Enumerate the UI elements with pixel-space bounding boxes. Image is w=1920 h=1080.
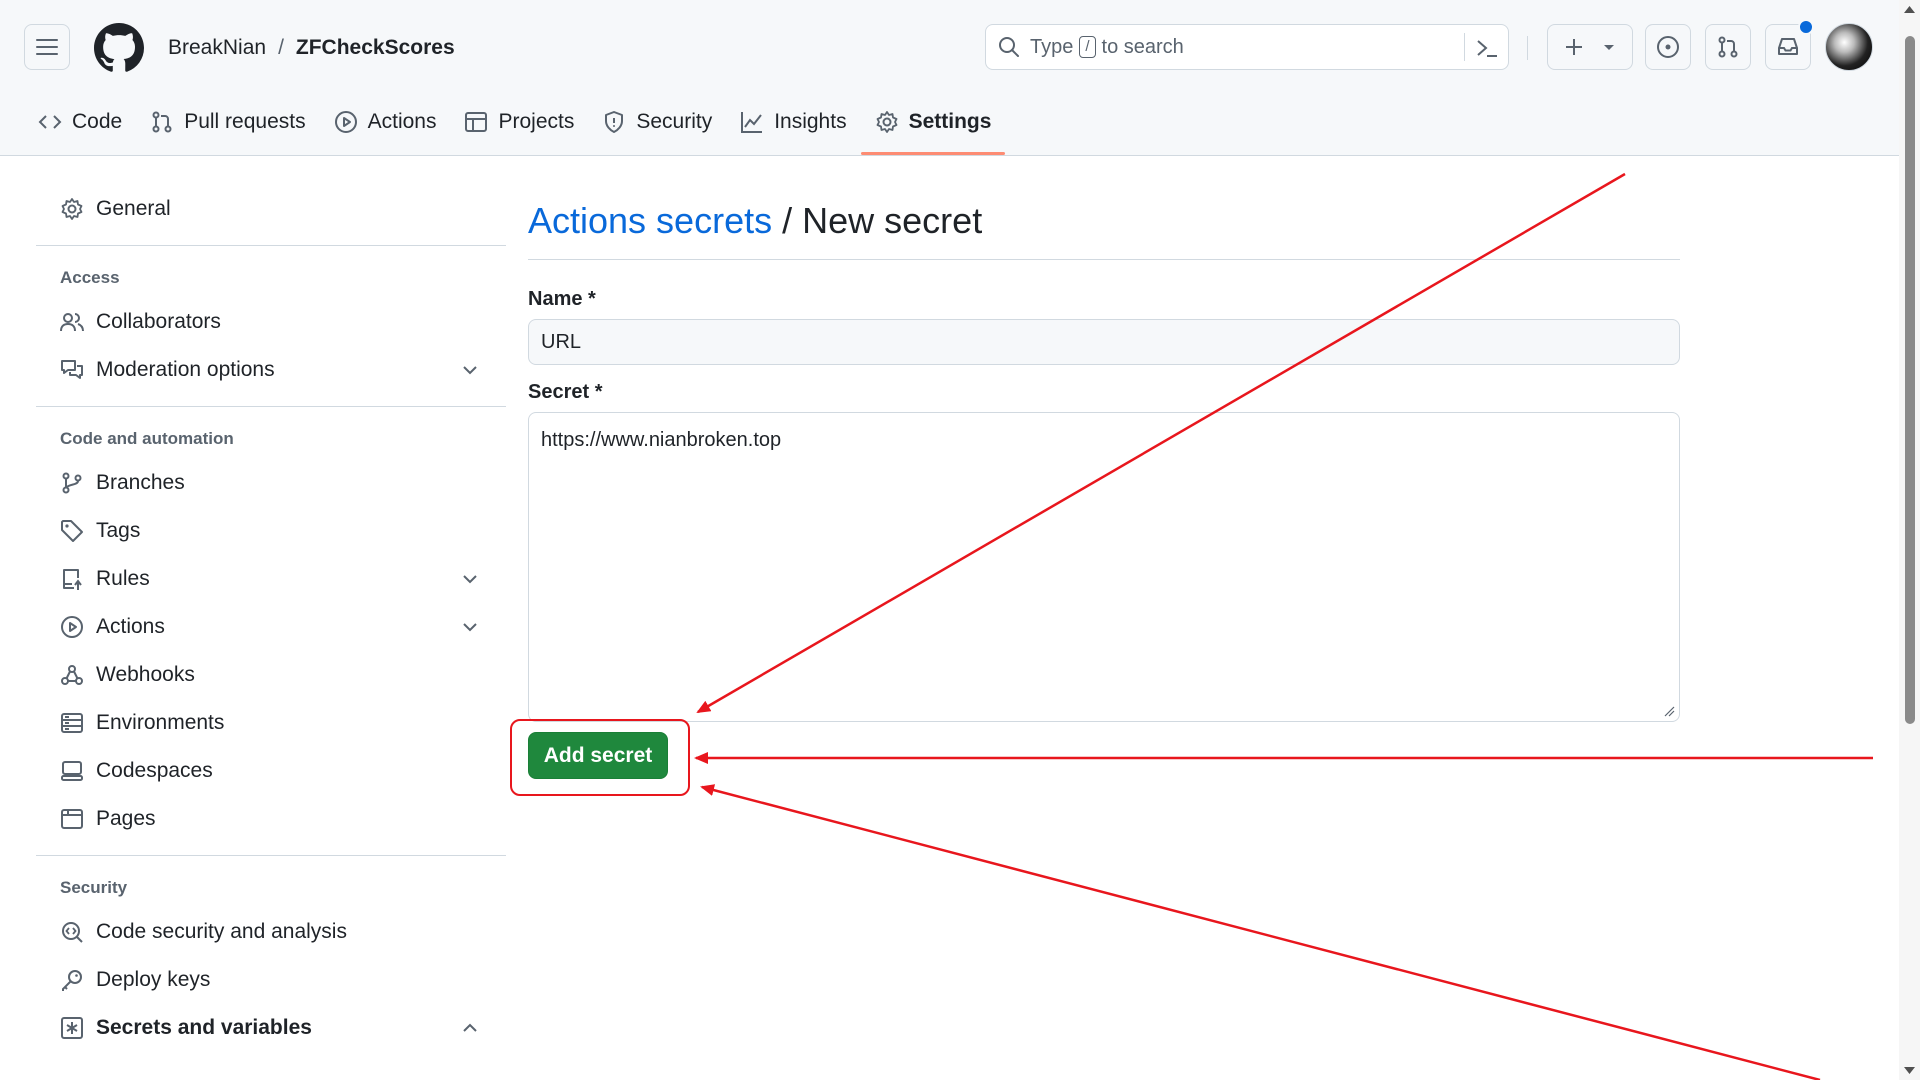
annotation-arrows: [694, 172, 1873, 1080]
page-scrollbar[interactable]: [1899, 0, 1920, 1080]
scroll-down-icon[interactable]: [1899, 1060, 1920, 1080]
annotation-arrow-bottom: [700, 784, 1821, 1080]
annotation-arrow-top: [696, 172, 1626, 714]
scrollbar-thumb[interactable]: [1905, 36, 1915, 724]
scroll-up-icon[interactable]: [1899, 0, 1920, 20]
